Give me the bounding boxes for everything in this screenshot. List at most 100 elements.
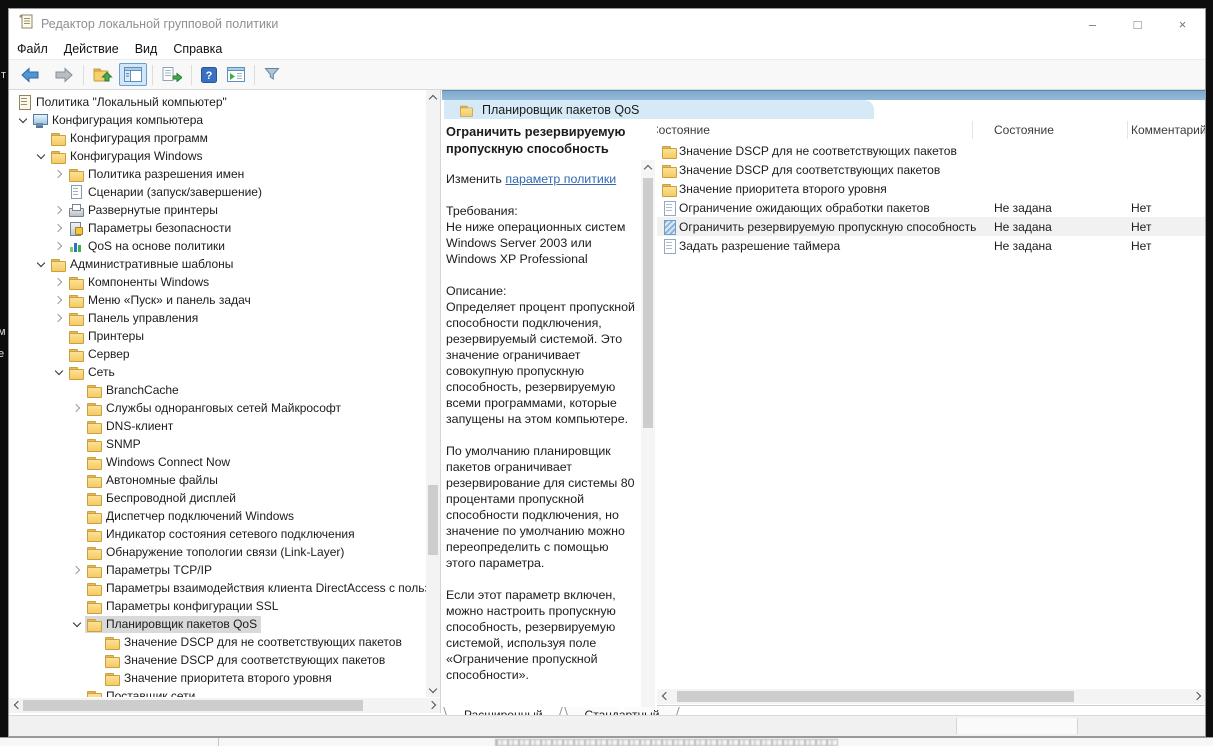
tree-item[interactable]: Компоненты Windows [9,273,426,291]
menu-help[interactable]: Справка [165,42,230,56]
menu-file[interactable]: Файл [9,42,56,56]
chevron-down-icon[interactable] [15,112,31,128]
list-horizontal-scrollbar[interactable] [657,689,1205,704]
scroll-up-button[interactable] [426,90,440,104]
tree-item[interactable]: Конфигурация Windows [9,147,426,165]
forward-button[interactable] [48,64,78,86]
tree-item[interactable]: Политика разрешения имен [9,165,426,183]
scroll-left-button[interactable] [9,698,23,712]
tree-vertical-scrollbar[interactable] [426,90,440,697]
policy-state: Не задана [994,201,1052,215]
tree-item[interactable]: Сеть [9,363,426,381]
policy-row[interactable]: Значение DSCP для не соответствующих пак… [657,141,1205,160]
tree-horizontal-scrollbar[interactable] [9,698,440,713]
tree-item-selected[interactable]: Планировщик пакетов QoS [9,615,426,633]
policy-setting-icon [661,219,677,235]
column-header-comment[interactable]: Комментарий [1131,123,1205,137]
tree-item[interactable]: Windows Connect Now [9,453,426,471]
tree-item[interactable]: Диспетчер подключений Windows [9,507,426,525]
policy-row[interactable]: Значение приоритета второго уровня [657,179,1205,198]
chevron-down-icon[interactable] [33,148,49,164]
tree-item-label: Службы одноранговых сетей Майкрософт [102,401,341,415]
scroll-left-button[interactable] [657,689,671,703]
tree-item[interactable]: Панель управления [9,309,426,327]
policy-row[interactable]: Ограничение ожидающих обработки пакетовН… [657,198,1205,217]
minimize-button[interactable]: – [1070,9,1115,39]
tree-item[interactable]: Значение DSCP для не соответствующих пак… [9,633,426,651]
column-separator[interactable] [1127,121,1128,139]
menu-action[interactable]: Действие [56,42,127,56]
tree-item[interactable]: Службы одноранговых сетей Майкрософт [9,399,426,417]
tree-item[interactable]: Значение приоритета второго уровня [9,669,426,687]
tree-item[interactable]: Индикатор состояния сетевого подключения [9,525,426,543]
close-button[interactable]: × [1160,9,1205,39]
tree-item-root[interactable]: Политика "Локальный компьютер" [9,93,426,111]
tree-item[interactable]: Конфигурация программ [9,129,426,147]
tree-item[interactable]: Принтеры [9,327,426,345]
chevron-down-icon[interactable] [69,616,85,632]
scroll-right-button[interactable] [426,698,440,712]
policy-setting-link[interactable]: параметр политики [505,172,616,186]
tree-item[interactable]: Обнаружение топологии связи (Link-Layer) [9,543,426,561]
chevron-right-icon[interactable] [69,562,85,578]
scrollbar-thumb[interactable] [428,485,438,555]
column-header-state[interactable]: Состояние [994,123,1054,137]
column-header-setting[interactable]: Состояние [657,123,710,137]
up-one-level-button[interactable] [89,64,117,86]
tree-item[interactable]: Конфигурация компьютера [9,111,426,129]
chevron-right-icon[interactable] [51,202,67,218]
folder-icon [104,670,120,686]
menu-view[interactable]: Вид [127,42,166,56]
chevron-right-icon[interactable] [51,238,67,254]
chevron-right-icon[interactable] [51,166,67,182]
folder-icon [661,143,677,159]
description-vertical-scrollbar[interactable] [641,160,655,719]
tree-item[interactable]: Беспроводной дисплей [9,489,426,507]
folder-icon [86,580,102,596]
show-window-button[interactable] [223,64,249,85]
chevron-right-icon[interactable] [51,310,67,326]
tree-item[interactable]: Развернутые принтеры [9,201,426,219]
tree-item[interactable]: Параметры безопасности [9,219,426,237]
filter-button[interactable] [260,64,284,85]
tree-item[interactable]: Административные шаблоны [9,255,426,273]
column-separator[interactable] [972,121,973,139]
tree-item[interactable]: BranchCache [9,381,426,399]
policy-row-selected[interactable]: Ограничить резервируемую пропускную спос… [657,217,1205,236]
chevron-right-icon[interactable] [51,292,67,308]
tree-item[interactable]: QoS на основе политики [9,237,426,255]
tree-item[interactable]: Значение DSCP для соответствующих пакето… [9,651,426,669]
tree-item[interactable]: Сервер [9,345,426,363]
export-list-button[interactable] [158,64,186,85]
tree-item-label: Значение DSCP для соответствующих пакето… [120,653,385,667]
tree-item[interactable]: Сценарии (запуск/завершение) [9,183,426,201]
tree-item[interactable]: Меню «Пуск» и панель задач [9,291,426,309]
scrollbar-thumb[interactable] [677,691,1074,702]
tree-item[interactable]: Параметры взаимодействия клиента DirectA… [9,579,426,597]
back-button[interactable] [16,64,46,86]
maximize-button[interactable]: □ [1115,9,1160,39]
chevron-down-icon[interactable] [33,256,49,272]
chevron-right-icon[interactable] [51,220,67,236]
policy-state: Не задана [994,220,1052,234]
tree-item[interactable]: Параметры TCP/IP [9,561,426,579]
tree-item[interactable]: Автономные файлы [9,471,426,489]
tree-item[interactable]: SNMP [9,435,426,453]
scroll-up-button[interactable] [641,160,655,174]
tree-item[interactable]: Параметры конфигурации SSL [9,597,426,615]
chevron-right-icon[interactable] [69,400,85,416]
policy-row[interactable]: Задать разрешение таймераНе заданаНет [657,236,1205,255]
policy-row[interactable]: Значение DSCP для соответствующих пакето… [657,160,1205,179]
scroll-right-button[interactable] [1191,689,1205,703]
show-console-tree-button[interactable] [119,63,147,86]
help-button[interactable]: ? [197,64,221,86]
tree-item[interactable]: DNS-клиент [9,417,426,435]
title-bar[interactable]: Редактор локальной групповой политики – … [9,9,1205,39]
chevron-right-icon[interactable] [51,274,67,290]
chevron-down-icon[interactable] [51,364,67,380]
scroll-down-button[interactable] [426,683,440,697]
tree-item-label: Сеть [84,365,115,379]
tree-item[interactable]: Поставщик сети [9,687,426,697]
scrollbar-thumb[interactable] [23,700,363,711]
scrollbar-thumb[interactable] [643,178,653,428]
